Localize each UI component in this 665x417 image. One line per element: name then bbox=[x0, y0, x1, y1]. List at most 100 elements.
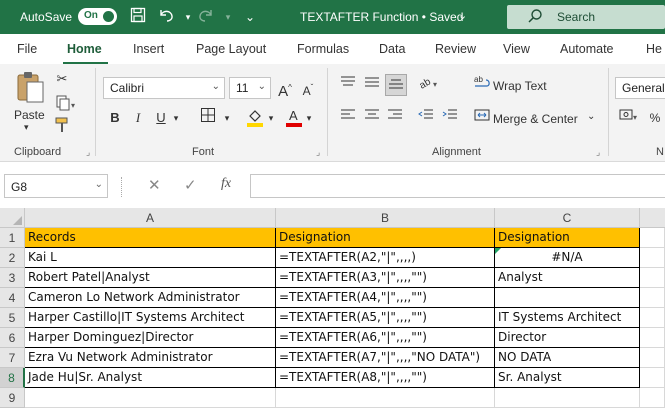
insert-function-icon[interactable]: fx bbox=[221, 176, 231, 192]
table-cell[interactable]: Ezra Vu Network Administrator bbox=[25, 348, 276, 368]
table-cell[interactable]: Jade Hu|Sr. Analyst bbox=[25, 368, 276, 388]
clipboard-launcher-icon[interactable]: ⌟ bbox=[86, 147, 90, 158]
table-cell[interactable] bbox=[276, 388, 495, 408]
font-launcher-icon[interactable]: ⌟ bbox=[316, 147, 320, 158]
tab-data[interactable]: Data bbox=[379, 42, 405, 56]
tab-home[interactable]: Home bbox=[67, 42, 102, 56]
table-cell[interactable]: =TEXTAFTER(A4,"|",,,,"") bbox=[276, 288, 495, 308]
header-cell[interactable]: Designation bbox=[495, 228, 640, 248]
autosave-toggle[interactable]: On bbox=[78, 8, 117, 25]
table-cell[interactable] bbox=[640, 388, 665, 408]
cut-icon[interactable]: ✂ bbox=[52, 68, 72, 90]
wrap-text-label[interactable]: Wrap Text bbox=[493, 79, 547, 93]
merge-center-icon[interactable] bbox=[472, 107, 492, 129]
tab-insert[interactable]: Insert bbox=[133, 42, 164, 56]
align-middle-icon[interactable] bbox=[362, 74, 382, 96]
tab-page-layout[interactable]: Page Layout bbox=[196, 42, 266, 56]
table-cell[interactable] bbox=[640, 268, 665, 288]
bold-button[interactable]: B bbox=[107, 107, 123, 129]
font-color-icon[interactable]: A bbox=[284, 107, 304, 129]
name-box[interactable]: G8 ⌄ bbox=[4, 174, 108, 198]
table-cell[interactable]: Harper Dominguez|Director bbox=[25, 328, 276, 348]
borders-dropdown-icon[interactable]: ▾ bbox=[222, 107, 232, 129]
align-center-icon[interactable] bbox=[362, 107, 382, 129]
error-indicator-icon[interactable] bbox=[495, 248, 501, 254]
tab-help[interactable]: He bbox=[646, 42, 662, 56]
column-header-c[interactable]: C bbox=[495, 208, 640, 228]
merge-dropdown-icon[interactable]: ⌄ bbox=[587, 111, 595, 122]
paste-button[interactable]: Paste ▾ bbox=[12, 70, 48, 132]
cancel-icon[interactable]: ✕ bbox=[148, 176, 161, 194]
formula-input[interactable] bbox=[250, 174, 665, 198]
table-cell[interactable]: =TEXTAFTER(A3,"|",,,,"") bbox=[276, 268, 495, 288]
table-cell[interactable] bbox=[495, 388, 640, 408]
column-header-d[interactable] bbox=[640, 208, 665, 228]
table-cell[interactable] bbox=[495, 288, 640, 308]
column-header-a[interactable]: A bbox=[25, 208, 276, 228]
header-cell[interactable]: Records bbox=[25, 228, 276, 248]
select-all-button[interactable] bbox=[0, 208, 25, 228]
row-header[interactable]: 2 bbox=[0, 248, 25, 268]
tab-review[interactable]: Review bbox=[435, 42, 476, 56]
font-size-select[interactable]: 11 ⌄ bbox=[229, 77, 271, 99]
row-header[interactable]: 1 bbox=[0, 228, 25, 248]
align-bottom-icon[interactable] bbox=[385, 74, 407, 96]
table-cell[interactable]: =TEXTAFTER(A5,"|",,,,"") bbox=[276, 308, 495, 328]
table-cell[interactable]: Analyst bbox=[495, 268, 640, 288]
table-cell[interactable]: #N/A bbox=[495, 248, 640, 268]
underline-dropdown-icon[interactable]: ▾ bbox=[170, 107, 182, 129]
underline-button[interactable]: U bbox=[153, 107, 169, 129]
increase-indent-icon[interactable] bbox=[440, 107, 460, 129]
table-cell[interactable]: Cameron Lo Network Administrator bbox=[25, 288, 276, 308]
row-header[interactable]: 7 bbox=[0, 348, 25, 368]
italic-button[interactable]: I bbox=[130, 107, 146, 129]
paste-dropdown-icon[interactable]: ▾ bbox=[24, 122, 29, 133]
table-cell[interactable] bbox=[640, 328, 665, 348]
row-header[interactable]: 6 bbox=[0, 328, 25, 348]
accounting-format-icon[interactable]: ▾ bbox=[617, 107, 641, 129]
shrink-font-icon[interactable]: Aˇ bbox=[299, 77, 317, 99]
title-chevron-down-icon[interactable]: ⌄ bbox=[458, 9, 467, 22]
table-cell[interactable]: =TEXTAFTER(A7,"|",,,,"NO DATA") bbox=[276, 348, 495, 368]
save-icon[interactable] bbox=[128, 7, 148, 27]
font-color-dropdown-icon[interactable]: ▾ bbox=[304, 107, 314, 129]
wrap-text-icon[interactable]: ab bbox=[472, 74, 492, 96]
table-cell[interactable]: IT Systems Architect bbox=[495, 308, 640, 328]
merge-center-label[interactable]: Merge & Center bbox=[493, 112, 578, 126]
decrease-indent-icon[interactable] bbox=[416, 107, 436, 129]
align-top-icon[interactable] bbox=[338, 74, 358, 96]
formula-bar-grip[interactable] bbox=[121, 177, 123, 197]
table-cell[interactable]: NO DATA bbox=[495, 348, 640, 368]
header-cell[interactable]: Designation bbox=[276, 228, 495, 248]
alignment-launcher-icon[interactable]: ⌟ bbox=[596, 147, 600, 158]
borders-icon[interactable] bbox=[196, 107, 220, 129]
align-right-icon[interactable] bbox=[385, 107, 405, 129]
tab-view[interactable]: View bbox=[503, 42, 530, 56]
grow-font-icon[interactable]: A^ bbox=[276, 77, 294, 100]
table-cell[interactable]: Harper Castillo|IT Systems Architect bbox=[25, 308, 276, 328]
table-cell[interactable]: Robert Patel|Analyst bbox=[25, 268, 276, 288]
row-header[interactable]: 9 bbox=[0, 388, 25, 408]
tab-formulas[interactable]: Formulas bbox=[297, 42, 349, 56]
orientation-icon[interactable]: ab ▾ bbox=[416, 74, 442, 96]
table-cell[interactable] bbox=[640, 228, 665, 248]
format-painter-icon[interactable] bbox=[52, 116, 72, 138]
undo-dropdown-icon[interactable]: ▾ bbox=[178, 7, 198, 27]
customize-toolbar-icon[interactable]: ⌄ bbox=[240, 7, 260, 27]
search-box[interactable]: Search bbox=[507, 5, 665, 29]
column-header-b[interactable]: B bbox=[276, 208, 495, 228]
table-cell[interactable] bbox=[25, 388, 276, 408]
row-header[interactable]: 3 bbox=[0, 268, 25, 288]
undo-icon[interactable] bbox=[156, 7, 176, 27]
fill-color-dropdown-icon[interactable]: ▾ bbox=[266, 107, 276, 129]
table-cell[interactable] bbox=[640, 248, 665, 268]
align-left-icon[interactable] bbox=[338, 107, 358, 129]
table-cell[interactable]: =TEXTAFTER(A6,"|",,,,"") bbox=[276, 328, 495, 348]
row-header[interactable]: 4 bbox=[0, 288, 25, 308]
number-format-select[interactable]: General bbox=[615, 77, 665, 99]
fill-color-icon[interactable] bbox=[244, 107, 266, 129]
copy-icon[interactable]: ▾ bbox=[52, 94, 80, 116]
table-cell[interactable] bbox=[640, 368, 665, 388]
table-cell[interactable]: =TEXTAFTER(A2,"|",,,,) bbox=[276, 248, 495, 268]
table-cell[interactable] bbox=[640, 288, 665, 308]
